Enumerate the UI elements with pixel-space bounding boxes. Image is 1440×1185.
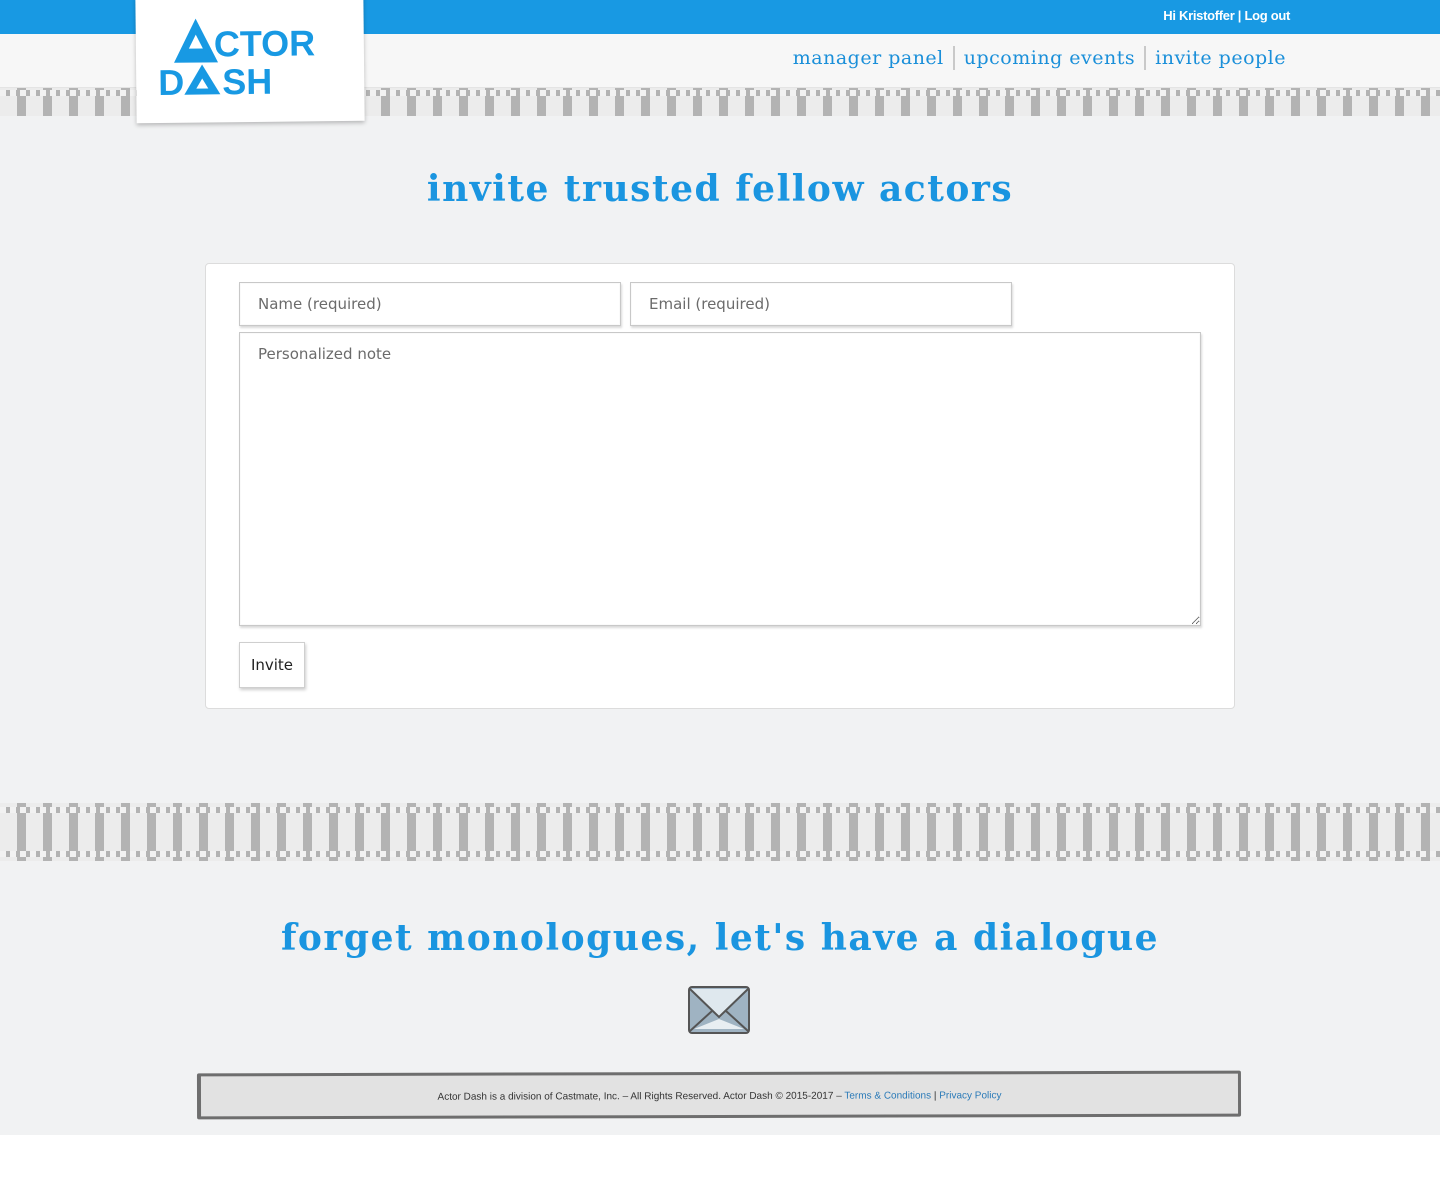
main-nav: manager panel upcoming events invite peo… xyxy=(784,46,1295,70)
film-holes xyxy=(0,851,1440,857)
logo-text-d: D xyxy=(158,62,184,99)
logo-text-sh: SH xyxy=(222,61,272,99)
page-title: invite trusted fellow actors xyxy=(426,168,1014,210)
email-input[interactable] xyxy=(630,282,1012,326)
user-links-separator: | xyxy=(1237,8,1242,23)
terms-link[interactable]: Terms & Conditions xyxy=(844,1090,931,1101)
logout-link[interactable]: Log out xyxy=(1244,8,1290,23)
greeting-link[interactable]: Hi Kristoffer xyxy=(1163,8,1235,23)
page-background: Hi Kristoffer | Log out manager panel up… xyxy=(0,0,1440,1135)
invite-form-panel: Invite xyxy=(205,263,1235,709)
name-input[interactable] xyxy=(239,282,621,326)
film-holes xyxy=(0,807,1440,813)
footer: Actor Dash is a division of Castmate, In… xyxy=(196,1070,1242,1120)
footer-separator: | xyxy=(933,1090,937,1102)
footer-text-line: Actor Dash is a division of Castmate, In… xyxy=(201,1090,1238,1104)
privacy-link[interactable]: Privacy Policy xyxy=(939,1090,1001,1101)
user-links: Hi Kristoffer | Log out xyxy=(1163,8,1290,23)
contact-title: forget monologues, let's have a dialogue xyxy=(280,917,1160,959)
envelope-icon[interactable] xyxy=(686,983,752,1037)
film-strip-bottom xyxy=(0,803,1440,861)
logo-text-ctor: CTOR xyxy=(214,22,316,64)
nav-invite-people[interactable]: invite people xyxy=(1146,47,1295,69)
actor-dash-logo-icon: CTOR D SH xyxy=(158,18,316,99)
logo[interactable]: CTOR D SH xyxy=(135,0,365,124)
nav-upcoming-events[interactable]: upcoming events xyxy=(955,47,1144,69)
personalized-note-textarea[interactable] xyxy=(239,332,1201,626)
copyright-text: Actor Dash is a division of Castmate, In… xyxy=(437,1090,842,1103)
nav-manager-panel[interactable]: manager panel xyxy=(784,47,953,69)
invite-button[interactable]: Invite xyxy=(239,642,305,688)
